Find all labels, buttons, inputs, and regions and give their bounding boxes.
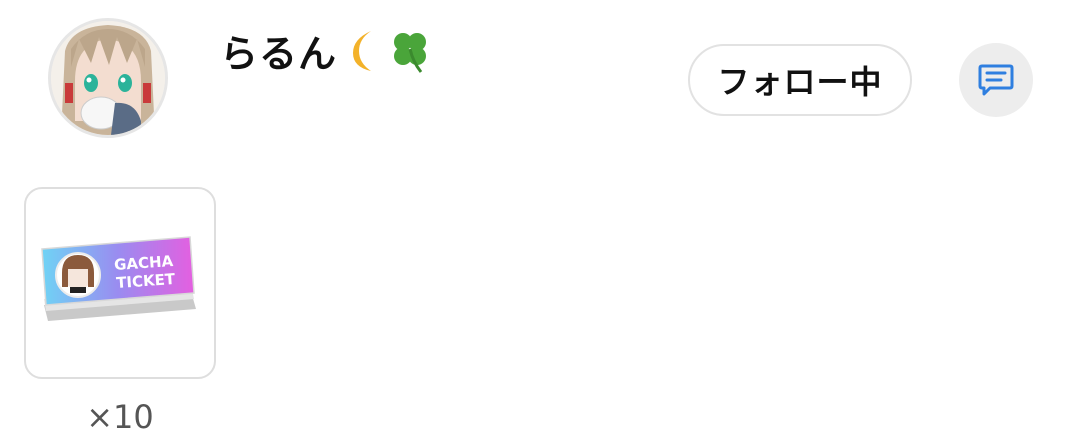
item-count: ×10 xyxy=(86,398,154,436)
following-button[interactable]: フォロー中 xyxy=(688,44,912,116)
moon-emoji xyxy=(345,29,385,84)
gacha-ticket-icon: GACHA TICKET xyxy=(40,235,200,331)
username-text: らるん xyxy=(220,32,338,76)
four-leaf-clover-emoji xyxy=(387,28,433,85)
message-icon xyxy=(978,64,1014,96)
message-button[interactable] xyxy=(959,43,1033,117)
username: らるん xyxy=(220,28,433,85)
avatar[interactable] xyxy=(48,18,168,138)
following-label: フォロー中 xyxy=(717,63,883,101)
item-card[interactable]: GACHA TICKET xyxy=(24,187,216,379)
profile-page: らるん フォロー中 GACHA TICKET ×10 xyxy=(0,0,1080,442)
avatar-illustration xyxy=(51,21,165,135)
